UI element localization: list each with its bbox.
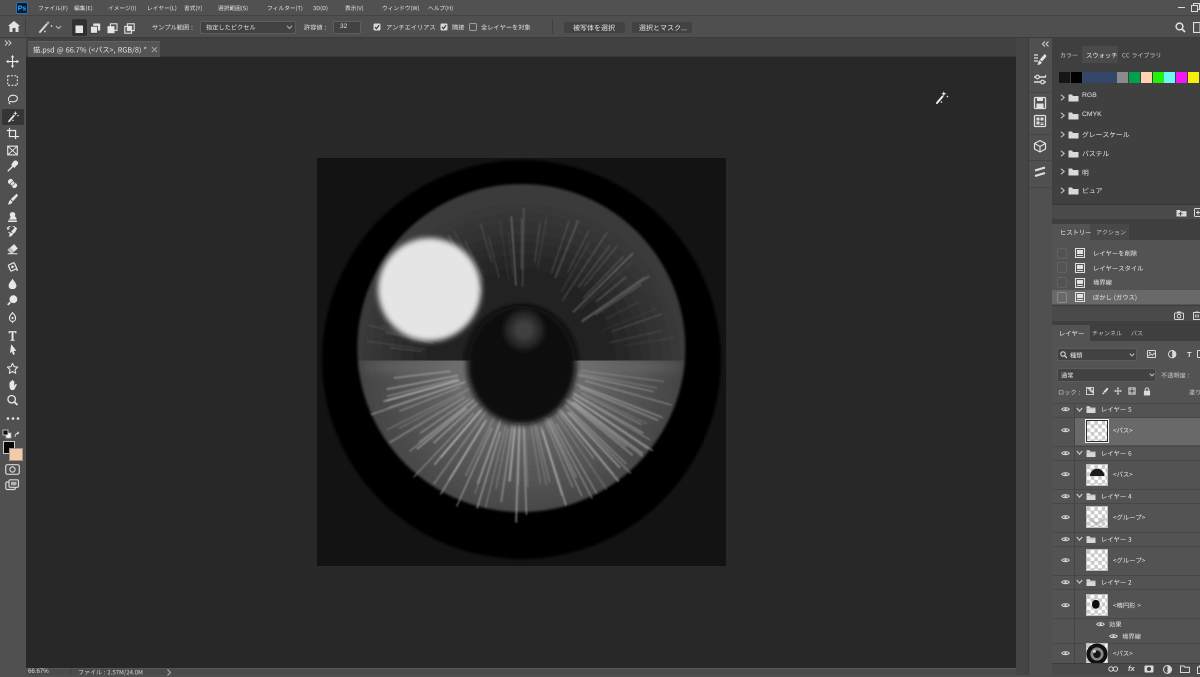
svg-text:Ps: Ps: [18, 6, 27, 13]
